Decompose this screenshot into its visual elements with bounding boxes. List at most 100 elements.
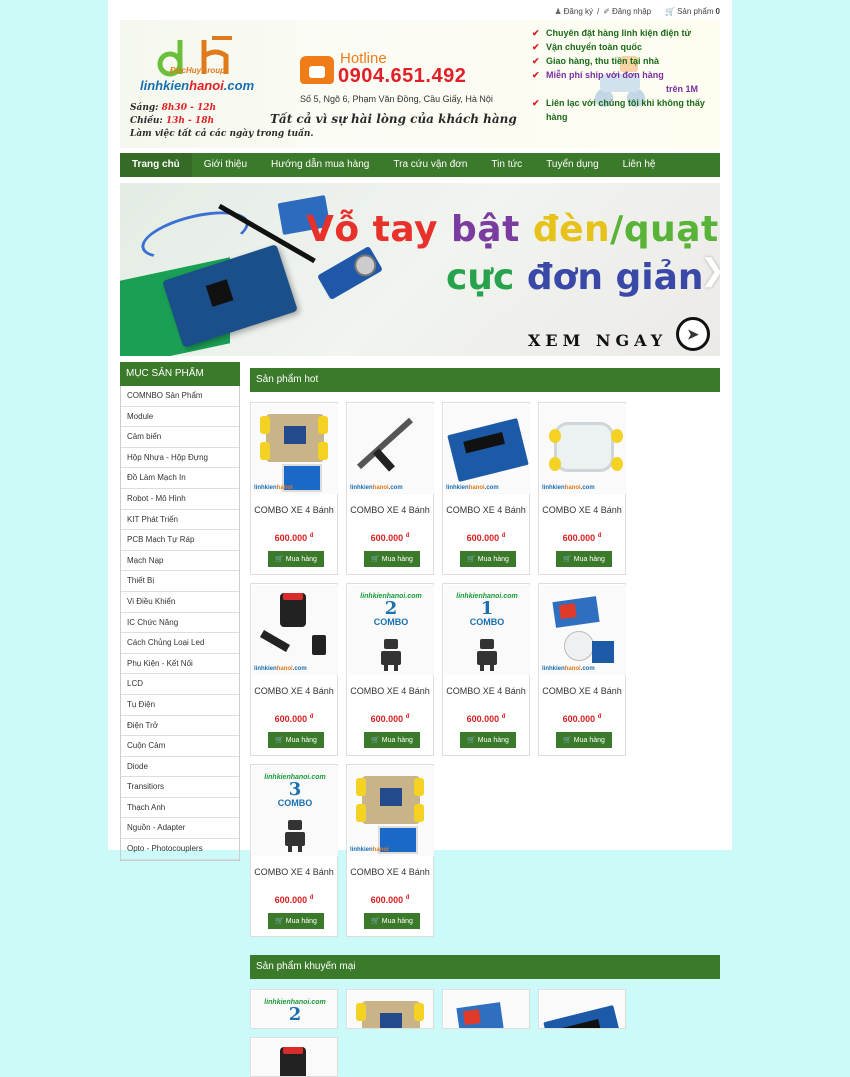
category-item[interactable]: Cách Chủng Loại Led bbox=[121, 633, 239, 654]
product-card[interactable] bbox=[442, 989, 530, 1029]
product-card[interactable]: linhkienhanoi.com 1 COMBO COMBO XE 4 Bánh 60… bbox=[442, 583, 530, 756]
product-name[interactable]: COMBO XE 4 Bánh bbox=[347, 684, 433, 698]
product-name[interactable]: COMBO XE 4 Bánh bbox=[539, 503, 625, 517]
category-sidebar: MỤC SẢN PHẨM COMNBO Sản Phẩm Module Cảm … bbox=[120, 362, 240, 861]
category-item[interactable]: Đồ Làm Mạch In bbox=[121, 468, 239, 489]
product-card[interactable]: linhkienhanoi.com COMBO XE 4 Bánh 600.000 … bbox=[442, 402, 530, 575]
combo-label: COMBO bbox=[373, 617, 409, 627]
category-item[interactable]: Vi Điều Khiển bbox=[121, 592, 239, 613]
product-image[interactable]: linhkienhanoi.com 3 COMBO bbox=[252, 766, 338, 856]
product-name[interactable]: COMBO XE 4 Bánh bbox=[251, 684, 337, 698]
product-image[interactable]: linhkienhanoi.com 1 COMBO bbox=[444, 585, 530, 675]
nav-about[interactable]: Giới thiệu bbox=[192, 153, 259, 177]
buy-button[interactable]: 🛒 Mua hàng bbox=[268, 913, 324, 929]
product-card[interactable]: linhkienhanoi.com 2 bbox=[250, 989, 338, 1029]
product-card[interactable] bbox=[346, 989, 434, 1029]
product-card[interactable]: linhkienhanoi.com COMBO XE 4 Bánh 600.000 … bbox=[250, 402, 338, 575]
category-item[interactable]: LCD bbox=[121, 674, 239, 695]
category-item[interactable]: Điện Trở bbox=[121, 716, 239, 737]
nav-contact[interactable]: Liên hệ bbox=[611, 153, 668, 177]
robot-car-image bbox=[260, 414, 324, 462]
category-item[interactable]: Transitiors bbox=[121, 777, 239, 798]
category-item[interactable]: Cuộn Cảm bbox=[121, 736, 239, 757]
cart-link[interactable]: 🛒 Sản phẩm 0 bbox=[665, 7, 720, 16]
category-item[interactable]: Diode bbox=[121, 757, 239, 778]
product-name[interactable]: COMBO XE 4 Bánh bbox=[251, 865, 337, 879]
category-item[interactable]: Module bbox=[121, 407, 239, 428]
product-image[interactable]: linhkienhanoi.com bbox=[540, 585, 626, 675]
product-card[interactable]: linhkienhanoi.com COMBO XE 4 Bánh 600.000 … bbox=[538, 583, 626, 756]
buy-button[interactable]: 🛒 Mua hàng bbox=[364, 551, 420, 567]
product-card[interactable] bbox=[538, 989, 626, 1029]
product-image[interactable]: linhkienhanoi.com bbox=[252, 404, 338, 494]
category-item[interactable]: Thiết Bị bbox=[121, 571, 239, 592]
category-item[interactable]: Tụ Điện bbox=[121, 695, 239, 716]
category-item[interactable]: Hộp Nhựa - Hộp Đựng bbox=[121, 448, 239, 469]
main-navigation: Trang chủ Giới thiệu Hướng dẫn mua hàng … bbox=[120, 153, 720, 177]
arrow-right-icon[interactable]: ➤ bbox=[676, 317, 710, 351]
promo-slider[interactable]: Vỗ tay bật đèn/quạt cực đơn giản XEM NGA… bbox=[120, 183, 720, 356]
product-image[interactable]: linhkienhanoi.com bbox=[540, 404, 626, 494]
buy-button[interactable]: 🛒 Mua hàng bbox=[268, 551, 324, 567]
category-item[interactable]: COMNBO Sản Phẩm bbox=[121, 386, 239, 407]
product-card[interactable]: linhkienhanoi.com COMBO XE 4 Bánh 600.000 … bbox=[538, 402, 626, 575]
product-card[interactable]: linhkienhanoi.com COMBO XE 4 Bánh 600.000 … bbox=[250, 583, 338, 756]
product-name[interactable]: COMBO XE 4 Bánh bbox=[443, 503, 529, 517]
logo-site-name[interactable]: linhkienhanoi.com bbox=[140, 78, 254, 93]
nav-order-tracking[interactable]: Tra cứu vận đơn bbox=[381, 153, 479, 177]
category-item[interactable]: Phụ Kiện - Kết Nối bbox=[121, 654, 239, 675]
buy-button[interactable]: 🛒 Mua hàng bbox=[268, 732, 324, 748]
category-item[interactable]: IC Chức Năng bbox=[121, 613, 239, 634]
buy-button[interactable]: 🛒 Mua hàng bbox=[364, 732, 420, 748]
nav-news[interactable]: Tin tức bbox=[479, 153, 534, 177]
buy-button[interactable]: 🛒 Mua hàng bbox=[556, 551, 612, 567]
product-price: 600.000 đ bbox=[443, 533, 529, 543]
cart-icon: 🛒 bbox=[275, 556, 284, 563]
category-item[interactable]: KIT Phát Triển bbox=[121, 510, 239, 531]
combo-number: 3 bbox=[288, 779, 302, 800]
slide-cta-text[interactable]: XEM NGAY bbox=[528, 331, 667, 350]
product-image[interactable]: linhkienhanoi.com bbox=[348, 766, 434, 856]
headline-part: Vỗ tay bbox=[306, 209, 452, 250]
category-item[interactable]: Robot - Mô Hình bbox=[121, 489, 239, 510]
soldering-grip-image bbox=[372, 448, 396, 472]
category-item[interactable]: PCB Mạch Tự Ráp bbox=[121, 530, 239, 551]
login-link[interactable]: ✐ Đăng nhập bbox=[603, 7, 651, 16]
category-item[interactable]: Opto - Photocouplers bbox=[121, 839, 239, 860]
product-card[interactable]: linhkienhanoi.com COMBO XE 4 Bánh 600.000 … bbox=[346, 764, 434, 937]
product-name[interactable]: COMBO XE 4 Bánh bbox=[347, 865, 433, 879]
product-name[interactable]: COMBO XE 4 Bánh bbox=[347, 503, 433, 517]
product-card[interactable] bbox=[250, 1037, 338, 1077]
buy-button[interactable]: 🛒 Mua hàng bbox=[460, 551, 516, 567]
product-name[interactable]: COMBO XE 4 Bánh bbox=[251, 503, 337, 517]
buy-button[interactable]: 🛒 Mua hàng bbox=[556, 732, 612, 748]
combo-badge: linhkienhanoi.com 2 COMBO bbox=[348, 593, 434, 627]
product-card[interactable]: linhkienhanoi.com 2 COMBO COMBO XE 4 Bánh 60… bbox=[346, 583, 434, 756]
hotline-number[interactable]: 0904.651.492 bbox=[338, 65, 466, 88]
nav-careers[interactable]: Tuyển dụng bbox=[534, 153, 610, 177]
product-image[interactable]: linhkienhanoi.com bbox=[252, 585, 338, 675]
category-item[interactable]: Thạch Anh bbox=[121, 798, 239, 819]
category-item[interactable]: Nguồn - Adapter bbox=[121, 818, 239, 840]
product-image[interactable]: linhkienhanoi.com 2 COMBO bbox=[348, 585, 434, 675]
speaker-image bbox=[280, 593, 306, 627]
category-item[interactable]: Cảm biến bbox=[121, 427, 239, 448]
buy-button[interactable]: 🛒 Mua hàng bbox=[364, 913, 420, 929]
buy-label: Mua hàng bbox=[285, 555, 317, 563]
buy-label: Mua hàng bbox=[285, 736, 317, 744]
watermark-part: hanoi bbox=[564, 485, 581, 491]
buy-button[interactable]: 🛒 Mua hàng bbox=[460, 732, 516, 748]
product-image[interactable]: linhkienhanoi.com bbox=[444, 404, 530, 494]
product-name[interactable]: COMBO XE 4 Bánh bbox=[539, 684, 625, 698]
register-link[interactable]: ♟ Đăng ký bbox=[554, 7, 593, 16]
product-image[interactable]: linhkienhanoi.com bbox=[348, 404, 434, 494]
chevron-right-icon[interactable]: ❯ bbox=[700, 253, 720, 288]
product-name[interactable]: COMBO XE 4 Bánh bbox=[443, 684, 529, 698]
nav-buying-guide[interactable]: Hướng dẫn mua hàng bbox=[259, 153, 381, 177]
nav-home[interactable]: Trang chủ bbox=[120, 153, 192, 177]
product-card[interactable]: linhkienhanoi.com 3 COMBO COMBO XE 4 Bánh 60… bbox=[250, 764, 338, 937]
product-card[interactable]: linhkienhanoi.com COMBO XE 4 Bánh 600.000 … bbox=[346, 402, 434, 575]
category-list: COMNBO Sản Phẩm Module Cảm biến Hộp Nhựa… bbox=[120, 386, 240, 861]
shop-address: Số 5, Ngõ 6, Phạm Văn Đồng, Cầu Giấy, Hà… bbox=[300, 94, 493, 104]
category-item[interactable]: Mạch Nạp bbox=[121, 551, 239, 572]
